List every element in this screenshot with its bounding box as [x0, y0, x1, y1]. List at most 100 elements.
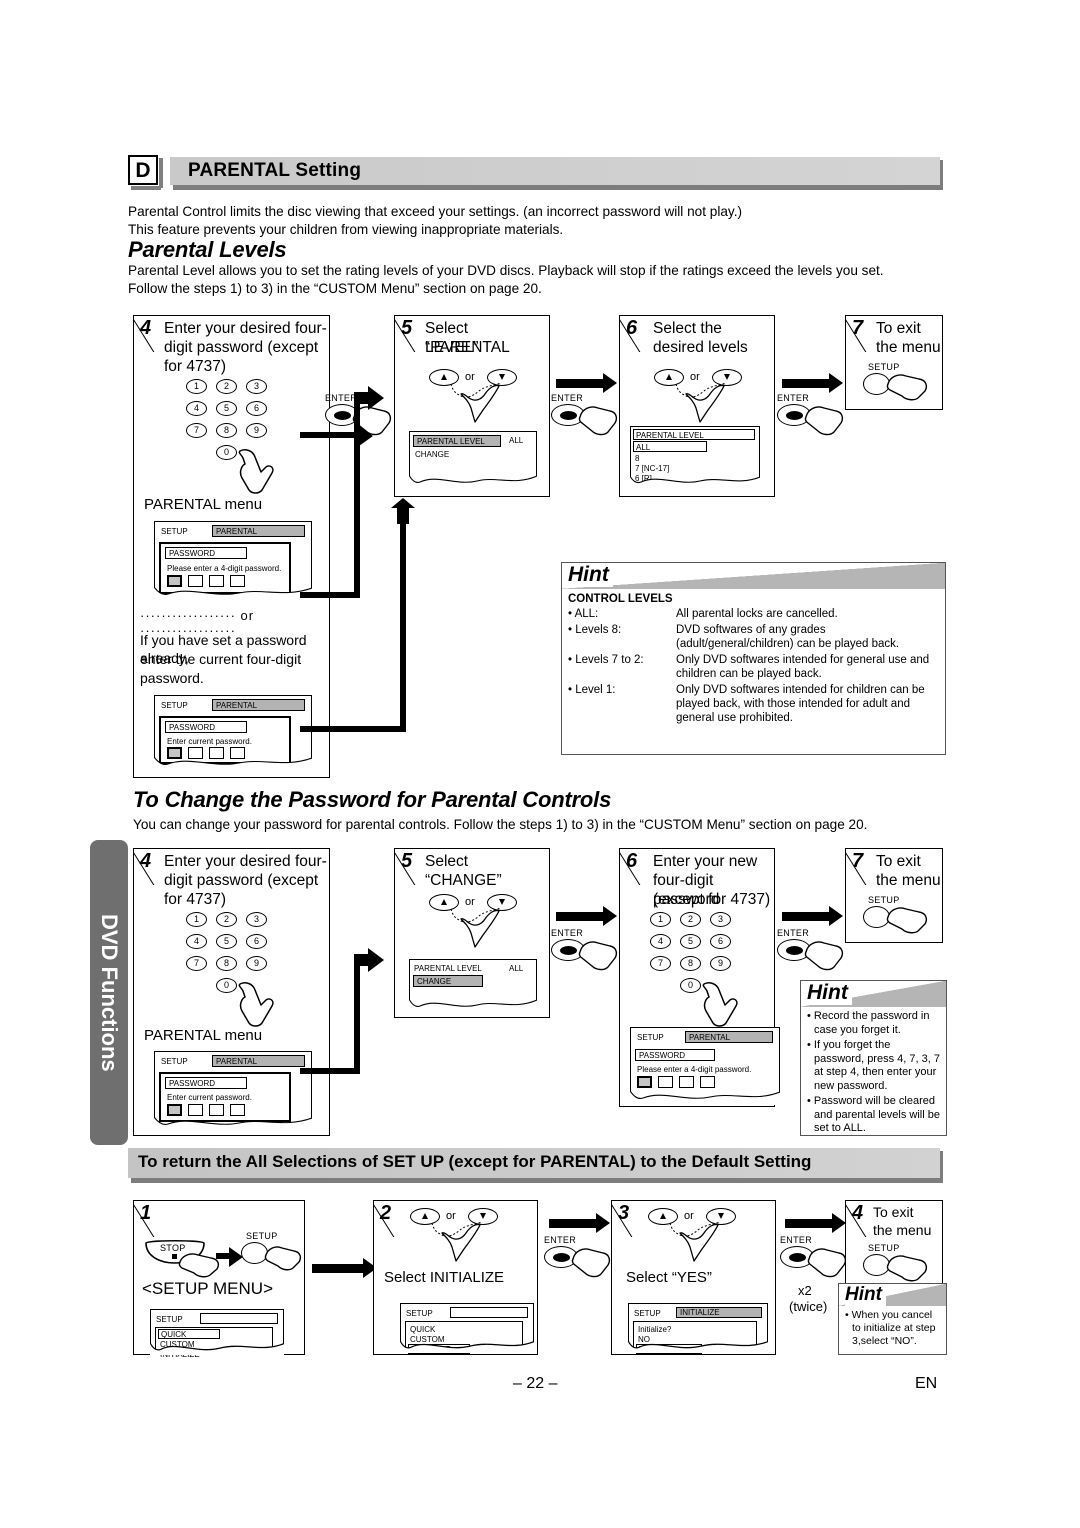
- hint-row: • ALL: All parental locks are cancelled.: [568, 607, 939, 621]
- password-box-3[interactable]: [679, 1076, 694, 1088]
- step-title-line-1: To exit: [873, 1204, 914, 1220]
- osd-tab-parental: PARENTAL: [212, 699, 305, 711]
- hint-body: • When you cancel to initialize at step …: [839, 1306, 946, 1354]
- header-bar-shadow-right: [940, 160, 943, 185]
- key-4[interactable]: 4: [186, 934, 207, 949]
- password-box-4[interactable]: [700, 1076, 715, 1088]
- osd-prompt: Please enter a 4-digit password.: [637, 1065, 752, 1074]
- osd-item-8[interactable]: 8: [635, 454, 639, 464]
- step-number: 4: [140, 850, 152, 872]
- osd-row-change[interactable]: CHANGE: [415, 450, 449, 460]
- key-1[interactable]: 1: [186, 379, 207, 394]
- osd-field-label: PASSWORD: [169, 1079, 216, 1088]
- hint-title: Hint: [845, 1284, 886, 1306]
- hint-row: • Level 1: Only DVD softwares intended f…: [568, 683, 939, 725]
- osd-setup-label: SETUP: [161, 701, 188, 710]
- hint-bullet-2: • If you forget the password, press 4, 7…: [807, 1039, 940, 1092]
- step-box-r2-7: 7 To exit the menu SETUP: [845, 848, 943, 943]
- parental-levels-heading: Parental Levels: [128, 237, 287, 262]
- step-title-line-2: LEVEL”: [425, 339, 479, 356]
- arrow-r3-2-to-3: [549, 1213, 610, 1233]
- osd-tab-blank: [200, 1313, 278, 1324]
- step-number: 4: [140, 317, 152, 339]
- osd-header-parental-level: PARENTAL LEVEL: [633, 429, 755, 440]
- hint-bullet-3: • Password will be cleared and parental …: [807, 1095, 940, 1134]
- section-header-parental: D PARENTAL Setting: [128, 155, 943, 190]
- hand-pointer-icon: [804, 941, 844, 971]
- key-1[interactable]: 1: [650, 912, 671, 927]
- osd-initialize: SETUP INITIALIZE Initialize? NO YES: [628, 1303, 768, 1354]
- osd-field-label: PASSWORD: [639, 1051, 686, 1060]
- osd-field-password: PASSWORD: [635, 1049, 715, 1061]
- hint-bullet-1: • Record the password in case you forget…: [807, 1010, 930, 1036]
- change-password-heading: To Change the Password for Parental Cont…: [133, 787, 612, 812]
- connector-line-h1: [300, 432, 360, 438]
- osd-password-entry-4: SETUP PARENTAL PASSWORD Please enter a 4…: [630, 1027, 780, 1105]
- key-4[interactable]: 4: [650, 934, 671, 949]
- osd-prompt: Please enter a 4-digit password.: [167, 564, 282, 573]
- osd-row-change[interactable]: CHANGE: [413, 975, 483, 987]
- osd-row-parental-level[interactable]: PARENTAL LEVEL: [413, 435, 501, 447]
- key-3[interactable]: 3: [246, 379, 267, 394]
- parental-menu-label: PARENTAL menu: [144, 496, 263, 513]
- osd-item-quick[interactable]: QUICK: [410, 1325, 435, 1335]
- key-9[interactable]: 9: [710, 956, 731, 971]
- osd-field-password: PASSWORD: [165, 721, 247, 733]
- key-8[interactable]: 8: [216, 423, 237, 438]
- connector-arrow-to-step5: [354, 386, 384, 410]
- connector-line-v1: [354, 404, 360, 598]
- key-3[interactable]: 3: [246, 912, 267, 927]
- key-5[interactable]: 5: [216, 401, 237, 416]
- step-number: 1: [140, 1202, 152, 1224]
- osd-tab-blank: [450, 1307, 528, 1318]
- language-code: EN: [915, 1375, 938, 1392]
- osd-password-entry-1: SETUP PARENTAL PASSWORD Please enter a 4…: [154, 521, 312, 601]
- key-4[interactable]: 4: [186, 401, 207, 416]
- key-2[interactable]: 2: [680, 912, 701, 927]
- key-9[interactable]: 9: [246, 423, 267, 438]
- hand-pointer-icon: [807, 1248, 847, 1278]
- key-6[interactable]: 6: [710, 934, 731, 949]
- password-box-2[interactable]: [658, 1076, 673, 1088]
- key-7[interactable]: 7: [650, 956, 671, 971]
- osd-item-quick[interactable]: QUICK: [158, 1329, 220, 1339]
- connector-r2-h: [300, 1068, 360, 1074]
- key-9[interactable]: 9: [246, 956, 267, 971]
- section-header-bar: PARENTAL Setting: [170, 157, 940, 185]
- key-8[interactable]: 8: [680, 956, 701, 971]
- hint-title-bar: Hint: [562, 563, 945, 589]
- hand-pointer-icon: [238, 449, 274, 494]
- osd-parental-level-list: PARENTAL LEVEL ALL 8 7 [NC-17] 6 [R]: [630, 426, 760, 488]
- osd-value-all: ALL: [509, 436, 524, 445]
- key-6[interactable]: 6: [246, 401, 267, 416]
- key-5[interactable]: 5: [680, 934, 701, 949]
- hand-pointer-icon: [675, 382, 727, 423]
- osd-field-password: PASSWORD: [165, 547, 247, 559]
- key-1[interactable]: 1: [186, 912, 207, 927]
- hand-pointer-icon: [571, 1248, 611, 1278]
- arrow-r3-3-to-4: [785, 1213, 846, 1233]
- step-box-r1-4: 4 Enter your desired four- digit passwor…: [133, 315, 330, 778]
- step-box-r3-3: 3 or Select “YES” SETUP INITIALIZE Initi…: [611, 1200, 776, 1355]
- step-caption: Select “YES”: [626, 1269, 712, 1286]
- key-2[interactable]: 2: [216, 912, 237, 927]
- osd-torn-edge: [628, 1340, 768, 1353]
- key-5[interactable]: 5: [216, 934, 237, 949]
- step-title-line-2: the menu: [876, 872, 941, 889]
- osd-parental-level-2: PARENTAL LEVEL ALL CHANGE: [409, 959, 537, 1013]
- key-7[interactable]: 7: [186, 423, 207, 438]
- osd-torn-edge: [154, 1116, 312, 1131]
- key-8[interactable]: 8: [216, 956, 237, 971]
- hand-pointer-icon: [264, 1246, 302, 1271]
- key-2[interactable]: 2: [216, 379, 237, 394]
- arrow-r3-1-to-2: [312, 1258, 377, 1278]
- key-7[interactable]: 7: [186, 956, 207, 971]
- password-box-1[interactable]: [637, 1076, 652, 1088]
- step-box-r2-6: 6 Enter your new four-digit password (ex…: [619, 848, 780, 1107]
- osd-row-parental-level[interactable]: PARENTAL LEVEL: [414, 964, 482, 974]
- key-3[interactable]: 3: [710, 912, 731, 927]
- key-6[interactable]: 6: [246, 934, 267, 949]
- osd-tab-label: PARENTAL: [216, 1057, 258, 1066]
- osd-item-all[interactable]: ALL: [633, 441, 707, 452]
- arrow-step6-to-7: [782, 373, 843, 393]
